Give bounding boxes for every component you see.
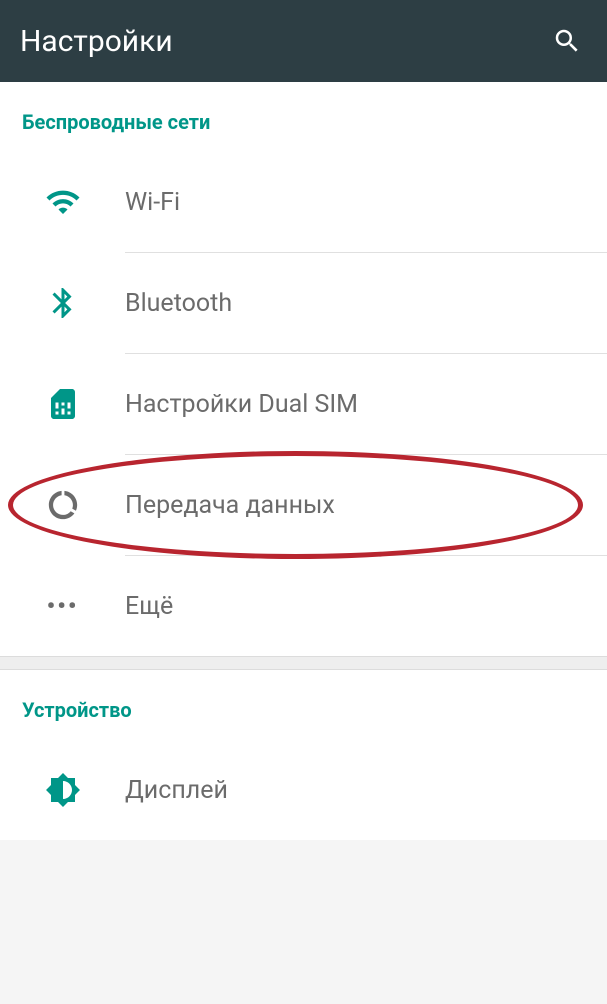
content: Устройство Дисплей — [0, 670, 607, 840]
sim-card-icon — [0, 386, 125, 422]
bluetooth-icon — [0, 285, 125, 321]
settings-item-more[interactable]: ••• Ещё — [0, 556, 607, 656]
settings-item-data-usage[interactable]: Передача данных — [0, 455, 607, 555]
content: Беспроводные сети Wi-Fi Bluetooth Настро… — [0, 82, 607, 656]
section-separator — [0, 656, 607, 670]
page-title: Настройки — [20, 24, 173, 59]
search-button[interactable] — [551, 25, 583, 57]
settings-item-display[interactable]: Дисплей — [0, 740, 607, 840]
item-label: Дисплей — [125, 776, 228, 805]
item-label: Настройки Dual SIM — [125, 390, 358, 419]
item-label: Wi-Fi — [125, 188, 180, 217]
search-icon — [552, 26, 582, 56]
section-header-wireless: Беспроводные сети — [0, 82, 607, 152]
app-header: Настройки — [0, 0, 607, 82]
data-usage-icon — [0, 488, 125, 522]
settings-item-bluetooth[interactable]: Bluetooth — [0, 253, 607, 353]
section-header-device: Устройство — [0, 670, 607, 740]
display-icon — [0, 772, 125, 808]
item-label: Ещё — [125, 592, 173, 621]
settings-item-wifi[interactable]: Wi-Fi — [0, 152, 607, 252]
settings-item-dual-sim[interactable]: Настройки Dual SIM — [0, 354, 607, 454]
item-label: Передача данных — [125, 491, 335, 520]
wifi-icon — [0, 184, 125, 220]
more-horiz-icon: ••• — [0, 592, 125, 620]
item-label: Bluetooth — [125, 289, 232, 318]
